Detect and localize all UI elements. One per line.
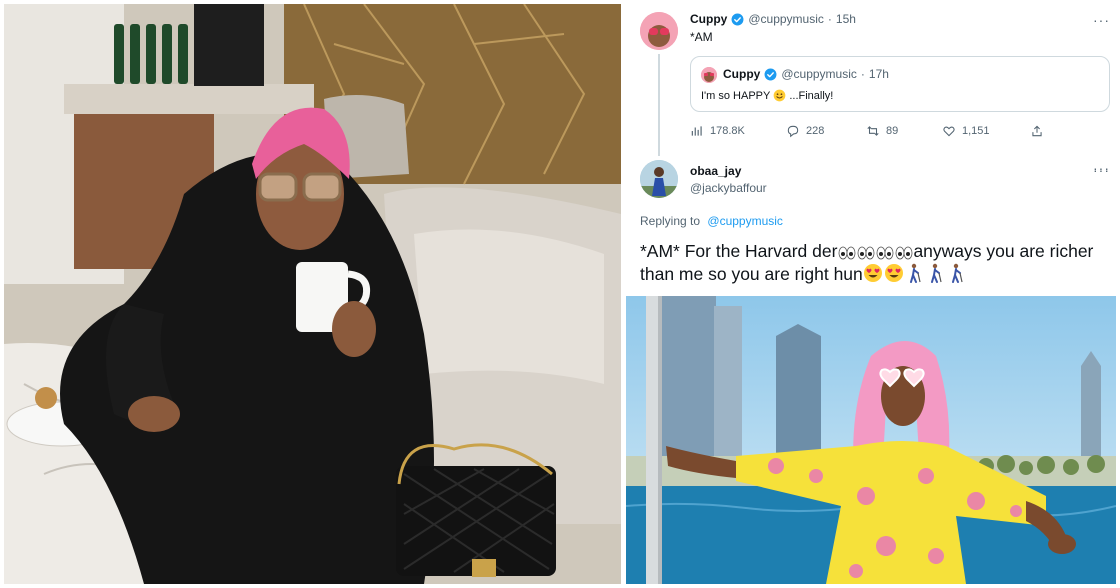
user-handle[interactable]: @cuppymusic bbox=[748, 12, 824, 26]
quoted-text-after: ...Finally! bbox=[789, 89, 834, 102]
person-with-cane-emoji-icon bbox=[931, 263, 942, 283]
quoted-user-handle: @cuppymusic bbox=[781, 67, 857, 81]
avatar-image bbox=[640, 160, 678, 198]
like-icon bbox=[943, 126, 955, 137]
verified-badge-icon bbox=[731, 13, 744, 25]
verified-badge-icon bbox=[764, 68, 777, 80]
eyes-emoji-icon bbox=[838, 246, 856, 260]
quoted-tweet-timestamp: 17h bbox=[868, 67, 889, 81]
avatar-image bbox=[640, 12, 678, 50]
more-options-icon[interactable]: ··· bbox=[1093, 12, 1110, 28]
quoted-avatar-image bbox=[701, 67, 717, 83]
share-icon bbox=[1032, 125, 1042, 137]
smiley-emoji-icon bbox=[773, 89, 786, 102]
replying-to-line: Replying to @cuppymusic bbox=[640, 214, 783, 228]
replying-to-label: Replying to bbox=[640, 214, 701, 228]
quoted-text-before: I'm so HAPPY bbox=[701, 89, 771, 102]
reply-button[interactable]: 228 bbox=[786, 124, 824, 138]
reply-icon bbox=[787, 125, 799, 138]
attached-photo[interactable] bbox=[626, 296, 1116, 584]
woman-at-table-photo bbox=[4, 4, 621, 584]
display-name[interactable]: obaa_jay bbox=[690, 164, 741, 178]
replying-to-handle-link[interactable]: @cuppymusic bbox=[707, 214, 783, 228]
avatar[interactable] bbox=[640, 160, 678, 198]
reply-tweet-text: *AM* For the Harvard der anyways you are … bbox=[640, 240, 1110, 286]
tweet-text: *AM bbox=[690, 30, 713, 44]
eyes-emoji-group bbox=[837, 241, 913, 261]
thread-connector bbox=[658, 54, 660, 156]
avatar[interactable] bbox=[640, 12, 678, 50]
eyes-emoji-icon bbox=[857, 246, 875, 260]
tweet-header: Cuppy @cuppymusic · 15h bbox=[690, 12, 856, 26]
user-handle[interactable]: @jackybaffour bbox=[690, 181, 767, 195]
heart-eyes-emoji-icon bbox=[885, 264, 904, 282]
emoji-tail bbox=[863, 263, 968, 284]
like-count: 1,151 bbox=[962, 125, 990, 137]
eyes-emoji-icon bbox=[895, 246, 913, 260]
tweet-timestamp[interactable]: 15h bbox=[836, 12, 856, 26]
reply-tweet[interactable]: obaa_jay @jackybaffour ··· Replying to @… bbox=[626, 150, 1120, 290]
quoting-tweet[interactable]: Cuppy @cuppymusic · 15h ··· *AM Cuppy @c… bbox=[626, 0, 1120, 156]
left-photo bbox=[4, 4, 621, 584]
reply-count: 228 bbox=[806, 125, 825, 137]
tweet-panel: Cuppy @cuppymusic · 15h ··· *AM Cuppy @c… bbox=[626, 0, 1120, 588]
views-button[interactable]: 178.8K bbox=[690, 124, 745, 138]
more-options-icon[interactable]: ··· bbox=[1093, 160, 1110, 176]
person-with-cane-emoji-icon bbox=[952, 263, 963, 283]
display-name[interactable]: Cuppy bbox=[690, 12, 727, 26]
quoted-tweet-header: Cuppy @cuppymusic · 17h bbox=[723, 67, 889, 81]
eyes-emoji-icon bbox=[876, 246, 894, 260]
separator-dot: · bbox=[860, 67, 865, 81]
woman-on-boat-photo bbox=[626, 296, 1116, 584]
quoted-tweet-card[interactable]: Cuppy @cuppymusic · 17h I'm so HAPPY ...… bbox=[690, 56, 1110, 112]
retweet-icon bbox=[867, 126, 879, 136]
quoted-tweet-text: I'm so HAPPY ...Finally! bbox=[701, 89, 833, 102]
views-icon bbox=[691, 126, 702, 136]
like-button[interactable]: 1,151 bbox=[942, 124, 990, 138]
reply-text-part1: *AM* For the Harvard der bbox=[640, 241, 838, 261]
person-with-cane-emoji-icon bbox=[910, 263, 921, 283]
views-count: 178.8K bbox=[710, 125, 745, 137]
tweet-actions-bar: 178.8K 228 89 1,151 bbox=[690, 124, 1110, 140]
retweet-button[interactable]: 89 bbox=[866, 124, 898, 138]
retweet-count: 89 bbox=[886, 125, 899, 137]
quoted-avatar bbox=[701, 67, 717, 83]
separator-dot: · bbox=[827, 12, 832, 26]
quoted-display-name: Cuppy bbox=[723, 67, 761, 81]
heart-eyes-emoji-icon bbox=[864, 264, 883, 282]
share-button[interactable] bbox=[1030, 124, 1044, 138]
